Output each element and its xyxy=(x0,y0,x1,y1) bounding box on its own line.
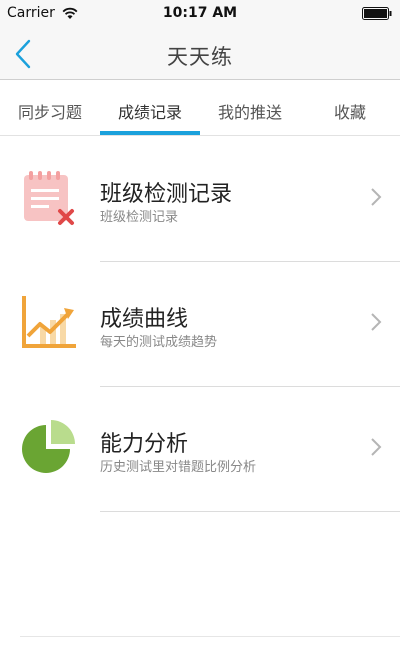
list-item-subtitle: 班级检测记录 xyxy=(100,210,179,225)
chevron-right-icon xyxy=(371,188,382,206)
list-item-class-test-record[interactable]: 班级检测记录 班级检测记录 xyxy=(0,137,400,262)
class-test-record-icon xyxy=(24,171,74,225)
list-item-subtitle: 历史测试里对错题比例分析 xyxy=(100,460,257,475)
list-item-title: 班级检测记录 xyxy=(100,182,233,207)
tab-sync-exercises[interactable]: 同步习题 xyxy=(0,81,100,135)
tab-my-push[interactable]: 我的推送 xyxy=(200,81,300,135)
chevron-right-icon xyxy=(371,313,382,331)
menu-list: 班级检测记录 班级检测记录 成绩曲线 每天的测试成绩趋势 能力分析 历史测试里对… xyxy=(0,137,400,512)
status-time: 10:17 AM xyxy=(162,5,238,21)
battery-icon xyxy=(362,7,392,20)
list-item-subtitle: 每天的测试成绩趋势 xyxy=(100,335,218,350)
status-bar: Carrier 10:17 AM xyxy=(0,0,400,28)
chevron-right-icon xyxy=(371,438,382,456)
list-item-score-curve[interactable]: 成绩曲线 每天的测试成绩趋势 xyxy=(0,262,400,387)
bottom-divider xyxy=(20,636,400,637)
list-item-title: 成绩曲线 xyxy=(100,307,189,332)
ability-pie-chart-icon xyxy=(22,420,75,473)
divider xyxy=(100,511,400,512)
nav-bar: 天天练 xyxy=(0,28,400,80)
tab-score-records[interactable]: 成绩记录 xyxy=(100,81,200,135)
tab-bar: 同步习题 成绩记录 我的推送 收藏 xyxy=(0,81,400,136)
list-item-title: 能力分析 xyxy=(100,432,189,457)
page-title: 天天练 xyxy=(167,45,233,69)
list-item-ability-analysis[interactable]: 能力分析 历史测试里对错题比例分析 xyxy=(0,387,400,512)
score-curve-chart-icon xyxy=(22,296,76,348)
app-screen: Carrier 10:17 AM 天天练 同步习题 成绩记录 我的推送 收藏 班… xyxy=(0,0,400,662)
tab-favorites[interactable]: 收藏 xyxy=(300,81,400,135)
